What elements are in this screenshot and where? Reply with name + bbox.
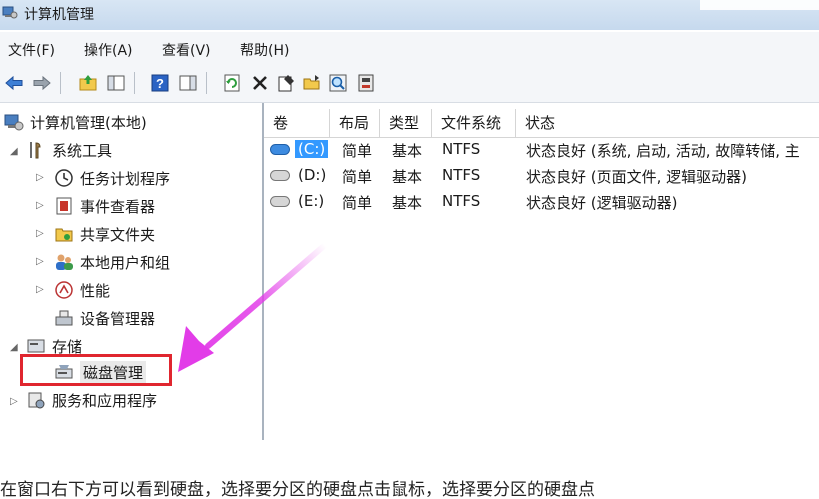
expand-triangle-icon[interactable]: ▷ (36, 256, 44, 267)
action-pane-icon[interactable] (178, 73, 198, 93)
expand-triangle-icon[interactable]: ▷ (36, 172, 44, 183)
toolbar: ? (0, 64, 819, 103)
table-row[interactable]: (C:) 简单 基本 NTFS 状态良好 (系统, 启动, 活动, 故障转储, … (264, 137, 819, 163)
drive-icon (270, 170, 290, 181)
properties-icon[interactable] (276, 73, 296, 93)
search-icon[interactable] (328, 73, 348, 93)
list-header: 卷 布局 类型 文件系统 状态 (264, 109, 819, 138)
filesystem-cell: NTFS (442, 140, 481, 158)
volume-cell: (C:) (295, 140, 329, 158)
status-cell: 状态良好 (逻辑驱动器) (526, 194, 678, 212)
help-icon[interactable]: ? (150, 73, 170, 93)
volume-cell: (D:) (298, 166, 327, 184)
expand-triangle-icon[interactable]: ▷ (36, 228, 44, 239)
tree-label: 本地用户和组 (80, 253, 171, 272)
tree-item-services-apps[interactable]: 服务和应用程序 (26, 388, 157, 412)
event-viewer-icon (56, 197, 72, 215)
open-folder-icon[interactable] (302, 73, 322, 93)
filesystem-cell: NTFS (442, 166, 481, 184)
tree-label: 共享文件夹 (80, 225, 156, 244)
refresh-icon[interactable] (222, 73, 242, 93)
menu-view[interactable]: 查看(V) (162, 40, 211, 60)
shared-folder-icon (55, 228, 73, 242)
tree-label: 服务和应用程序 (52, 391, 158, 410)
caption-text: 在窗口右下方可以看到硬盘，选择要分区的硬盘点击鼠标，选择要分区的硬盘点 (0, 480, 595, 499)
expand-triangle-icon[interactable]: ▷ (10, 396, 18, 407)
tools-icon (30, 142, 41, 159)
tree-label: 任务计划程序 (80, 169, 171, 188)
menu-action[interactable]: 操作(A) (84, 40, 133, 60)
menu-file[interactable]: 文件(F) (8, 40, 55, 60)
tree-item-device-manager[interactable]: 设备管理器 (54, 306, 155, 330)
services-icon (28, 392, 45, 409)
drive-icon (270, 144, 290, 155)
type-cell: 基本 (392, 168, 423, 186)
forward-arrow-icon[interactable] (32, 73, 52, 93)
device-manager-icon (55, 310, 73, 326)
tree-label: 计算机管理(本地) (30, 113, 147, 132)
performance-icon (55, 281, 73, 299)
computer-management-window: 计算机管理 文件(F) 操作(A) 查看(V) 帮助(H) ? 计算机管理(本地… (0, 0, 819, 440)
show-hide-tree-icon[interactable] (106, 73, 126, 93)
tree-label: 性能 (80, 281, 111, 300)
table-row[interactable]: (E:) 简单 基本 NTFS 状态良好 (逻辑驱动器) (264, 189, 819, 215)
clock-icon (55, 169, 73, 187)
layout-cell: 简单 (342, 194, 373, 212)
tree-item-performance[interactable]: 性能 (54, 278, 110, 302)
type-cell: 基本 (392, 194, 423, 212)
column-header-layout[interactable]: 布局 (330, 109, 380, 137)
expand-triangle-icon[interactable]: ▷ (36, 200, 44, 211)
tree-item-event-viewer[interactable]: 事件查看器 (54, 194, 155, 218)
window-title: 计算机管理 (24, 7, 94, 23)
delete-icon[interactable] (250, 73, 270, 93)
menu-help[interactable]: 帮助(H) (240, 40, 289, 60)
table-row[interactable]: (D:) 简单 基本 NTFS 状态良好 (页面文件, 逻辑驱动器) (264, 163, 819, 189)
column-header-type[interactable]: 类型 (380, 109, 432, 137)
svg-text:?: ? (156, 76, 164, 91)
collapse-triangle-icon[interactable]: ◢ (10, 342, 18, 353)
tree-label: 事件查看器 (80, 197, 156, 216)
column-header-status[interactable]: 状态 (516, 109, 819, 137)
tree-item-computer-management[interactable]: 计算机管理(本地) (4, 110, 147, 134)
users-icon (56, 254, 73, 270)
tree-item-task-scheduler[interactable]: 任务计划程序 (54, 166, 170, 190)
volume-cell: (E:) (298, 192, 325, 210)
tree-label: 设备管理器 (80, 309, 156, 328)
tree-item-shared-folders[interactable]: 共享文件夹 (54, 222, 155, 246)
title-bar: 计算机管理 (0, 0, 819, 30)
drive-icon (270, 196, 290, 207)
tree-label: 系统工具 (52, 141, 113, 160)
computer-management-icon (2, 6, 18, 19)
highlight-box (20, 354, 172, 386)
volume-list: 卷 布局 类型 文件系统 状态 (C:) 简单 基本 NTFS 状态良好 (系统… (264, 103, 819, 440)
collapse-triangle-icon[interactable]: ◢ (10, 146, 18, 157)
disk-icon[interactable] (356, 73, 376, 93)
expand-triangle-icon[interactable]: ▷ (36, 284, 44, 295)
column-header-filesystem[interactable]: 文件系统 (432, 109, 516, 137)
column-header-volume[interactable]: 卷 (264, 109, 330, 137)
toolbar-separator (60, 72, 61, 94)
menu-bar: 文件(F) 操作(A) 查看(V) 帮助(H) (0, 32, 819, 64)
status-cell: 状态良好 (系统, 启动, 活动, 故障转储, 主 (526, 142, 800, 160)
tree-item-system-tools[interactable]: 系统工具 (26, 138, 112, 162)
layout-cell: 简单 (342, 142, 373, 160)
title-bar-glare (700, 0, 819, 10)
status-cell: 状态良好 (页面文件, 逻辑驱动器) (526, 168, 748, 186)
layout-cell: 简单 (342, 168, 373, 186)
tree-item-local-users[interactable]: 本地用户和组 (54, 250, 170, 274)
toolbar-separator (206, 72, 207, 94)
filesystem-cell: NTFS (442, 192, 481, 210)
back-arrow-icon[interactable] (4, 73, 24, 93)
toolbar-separator (134, 72, 135, 94)
up-folder-icon[interactable] (78, 73, 98, 93)
computer-management-icon (4, 114, 24, 131)
storage-icon (27, 339, 45, 353)
type-cell: 基本 (392, 142, 423, 160)
